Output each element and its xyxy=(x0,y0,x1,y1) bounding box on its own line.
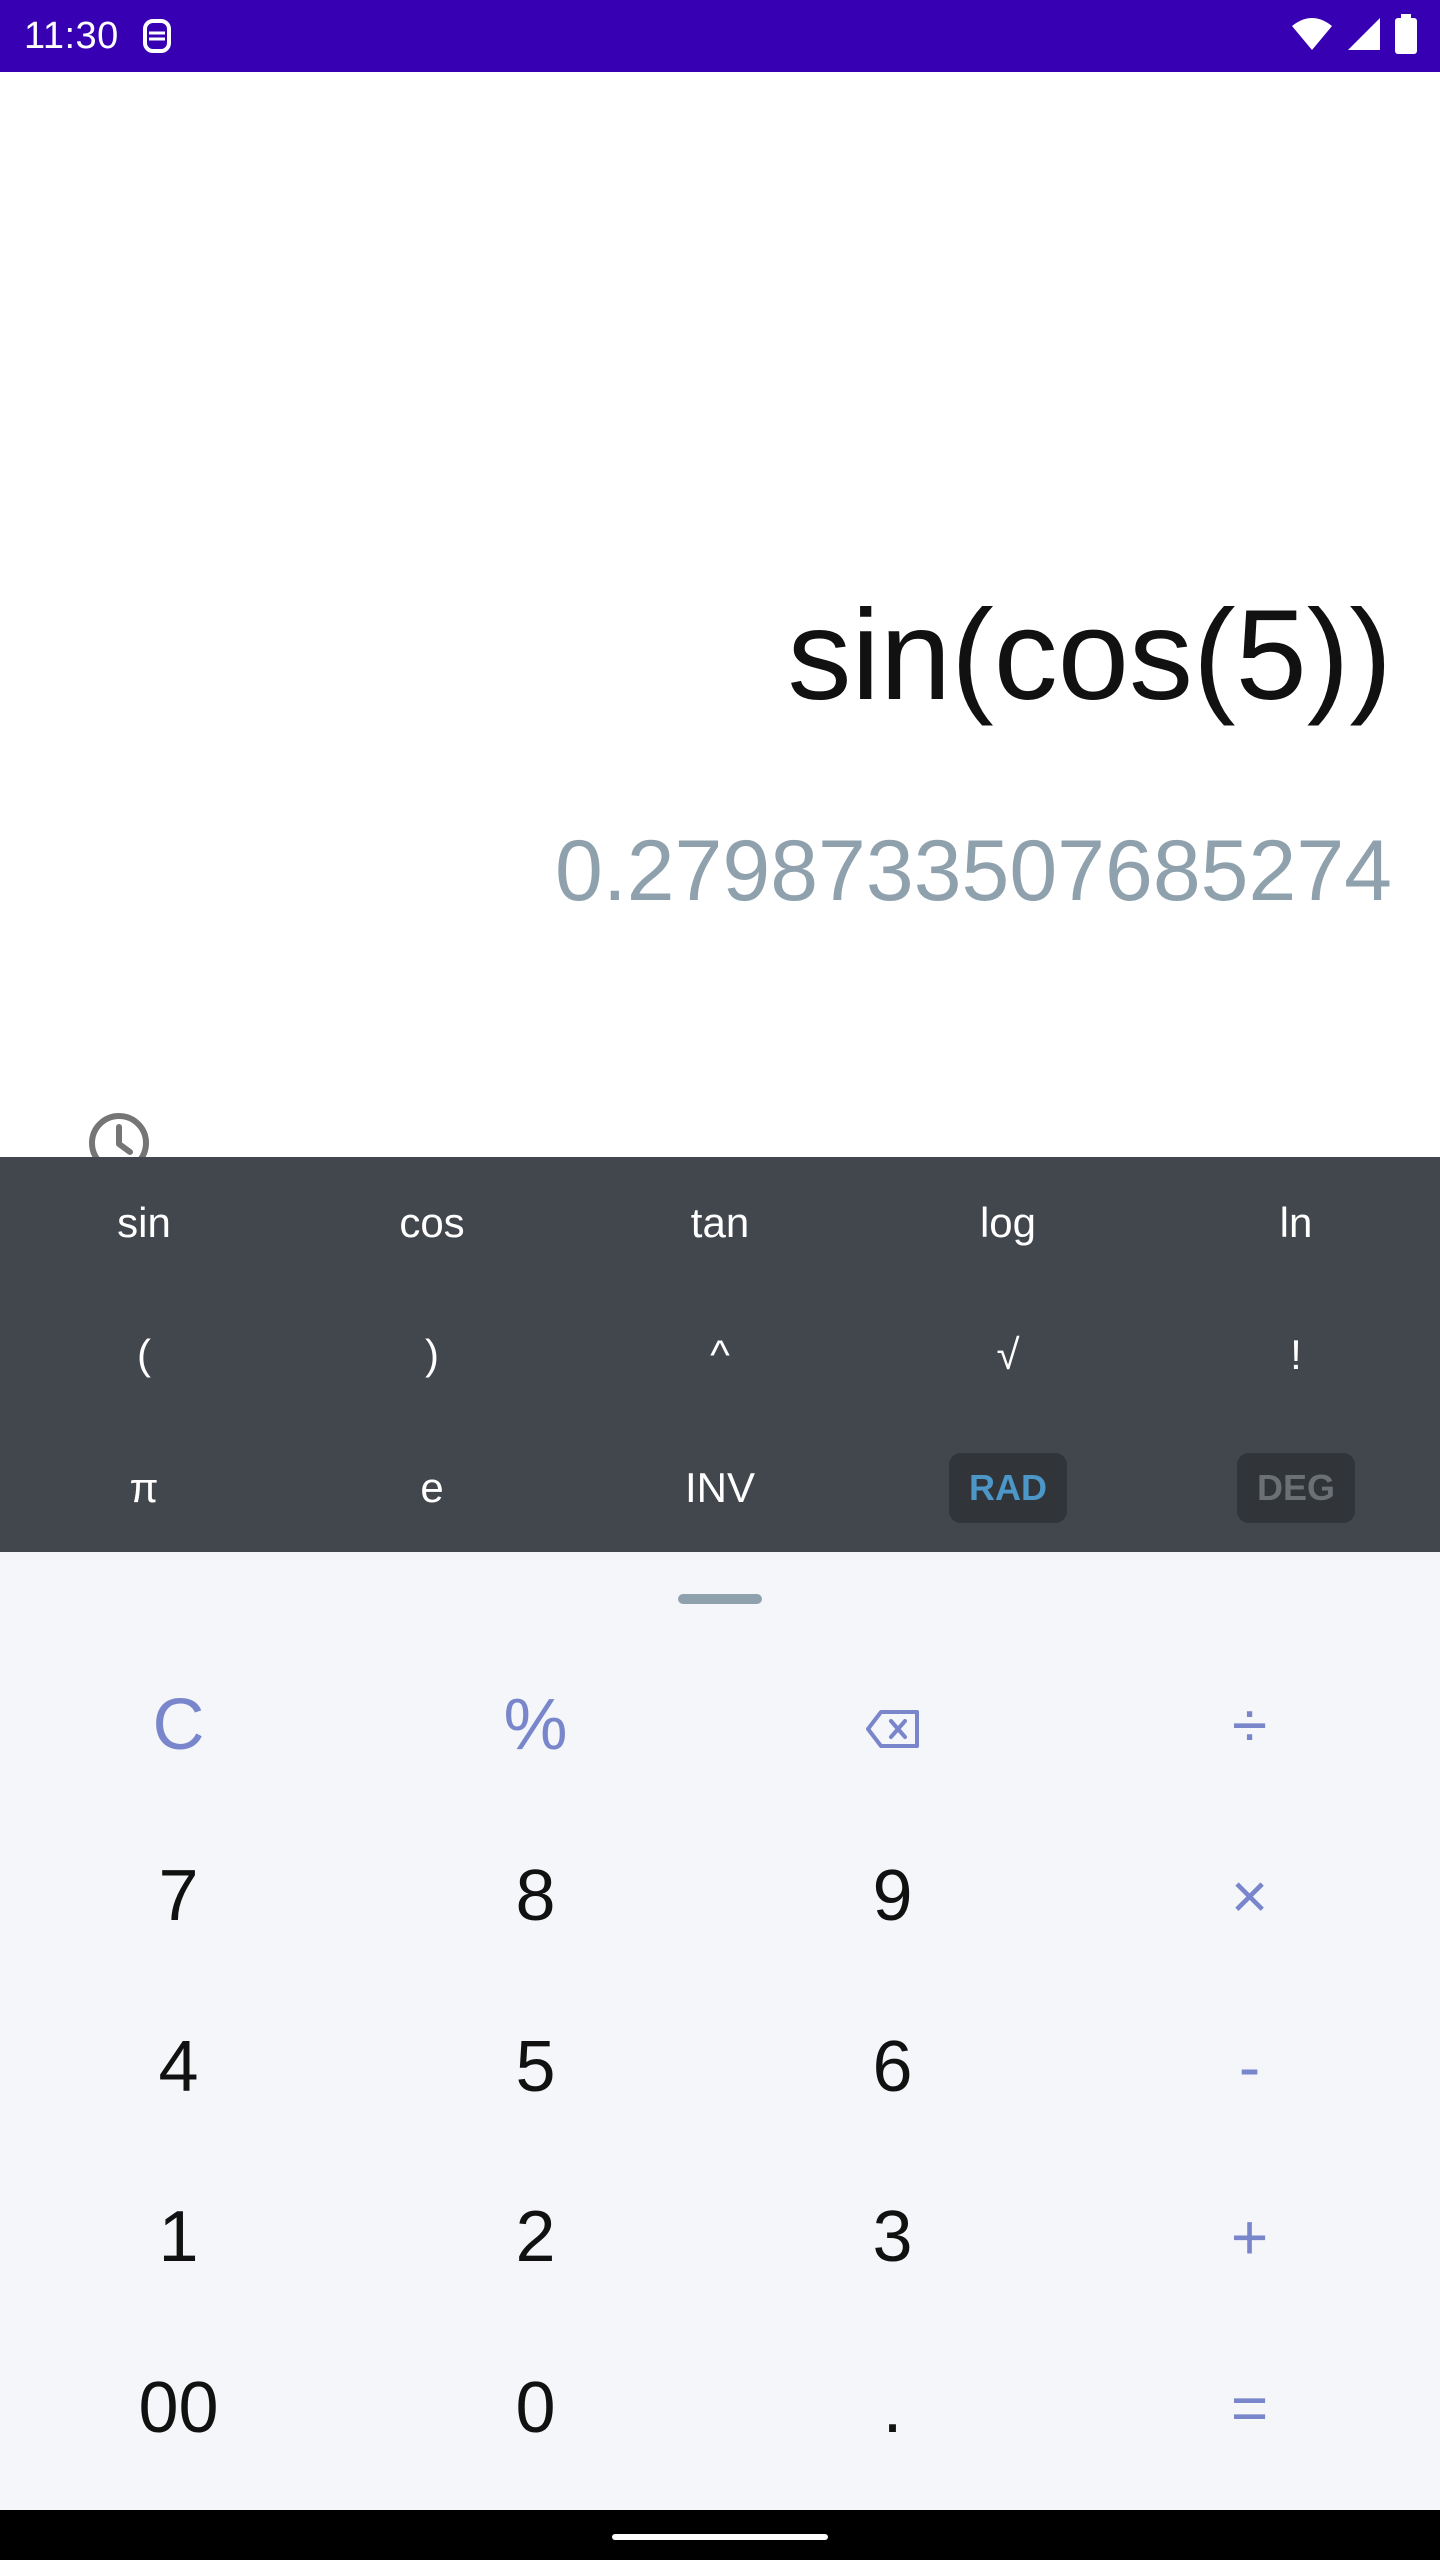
deg-toggle[interactable]: DEG xyxy=(1152,1433,1440,1543)
sqrt-button[interactable]: √ xyxy=(864,1300,1152,1410)
inv-button[interactable]: INV xyxy=(576,1433,864,1543)
e-button[interactable]: e xyxy=(288,1433,576,1543)
status-time: 11:30 xyxy=(24,14,119,57)
signal-icon xyxy=(1346,16,1382,57)
expression-field[interactable]: sin(cos(5)) xyxy=(788,582,1393,729)
scientific-row: ( ) ^ √ ! xyxy=(0,1300,1440,1410)
home-gesture-handle[interactable] xyxy=(612,2534,828,2540)
digit-9-button[interactable]: 9 xyxy=(714,1811,1071,1981)
log-button[interactable]: log xyxy=(864,1168,1152,1278)
percent-button[interactable]: % xyxy=(357,1640,714,1810)
status-icons xyxy=(1290,13,1418,59)
tan-button[interactable]: tan xyxy=(576,1168,864,1278)
digit-4-button[interactable]: 4 xyxy=(0,1982,357,2152)
keypad-row: 1 2 3 + xyxy=(0,2152,1440,2322)
minus-button[interactable]: - xyxy=(1071,1982,1428,2152)
calculator-display: sin(cos(5)) 0.2798733507685274 xyxy=(0,72,1440,1173)
divide-button[interactable]: ÷ xyxy=(1071,1640,1428,1810)
plus-button[interactable]: + xyxy=(1071,2152,1428,2322)
digit-7-button[interactable]: 7 xyxy=(0,1811,357,1981)
keypad: C % ÷ 7 8 9 × 4 5 6 - 1 2 3 + 00 0 . = xyxy=(0,1552,1440,2510)
keypad-row: C % ÷ xyxy=(0,1640,1440,1810)
double-zero-button[interactable]: 00 xyxy=(0,2323,357,2493)
drawer-handle[interactable] xyxy=(678,1594,762,1604)
scientific-row: π e INV RAD DEG xyxy=(0,1433,1440,1543)
keypad-row: 4 5 6 - xyxy=(0,1982,1440,2152)
pi-button[interactable]: π xyxy=(0,1433,288,1543)
status-bar: 11:30 xyxy=(0,0,1440,72)
backspace-icon xyxy=(865,1684,921,1766)
deg-label: DEG xyxy=(1237,1453,1355,1523)
clear-button[interactable]: C xyxy=(0,1640,357,1810)
open-paren-button[interactable]: ( xyxy=(0,1300,288,1410)
equals-button[interactable]: = xyxy=(1071,2323,1428,2493)
digit-1-button[interactable]: 1 xyxy=(0,2152,357,2322)
multiply-button[interactable]: × xyxy=(1071,1811,1428,1981)
ln-button[interactable]: ln xyxy=(1152,1168,1440,1278)
decimal-button[interactable]: . xyxy=(714,2323,1071,2493)
notification-icon xyxy=(141,16,177,56)
keypad-row: 7 8 9 × xyxy=(0,1811,1440,1981)
close-paren-button[interactable]: ) xyxy=(288,1300,576,1410)
factorial-button[interactable]: ! xyxy=(1152,1300,1440,1410)
rad-label: RAD xyxy=(949,1453,1067,1523)
scientific-panel: sin cos tan log ln ( ) ^ √ ! π e INV RAD… xyxy=(0,1157,1440,1552)
digit-2-button[interactable]: 2 xyxy=(357,2152,714,2322)
sin-button[interactable]: sin xyxy=(0,1168,288,1278)
digit-0-button[interactable]: 0 xyxy=(357,2323,714,2493)
digit-6-button[interactable]: 6 xyxy=(714,1982,1071,2152)
backspace-button[interactable] xyxy=(714,1640,1071,1810)
digit-5-button[interactable]: 5 xyxy=(357,1982,714,2152)
result-text: 0.2798733507685274 xyxy=(555,823,1392,919)
navigation-bar xyxy=(0,2510,1440,2560)
keypad-row: 00 0 . = xyxy=(0,2323,1440,2493)
rad-toggle[interactable]: RAD xyxy=(864,1433,1152,1543)
digit-8-button[interactable]: 8 xyxy=(357,1811,714,1981)
cos-button[interactable]: cos xyxy=(288,1168,576,1278)
scientific-row: sin cos tan log ln xyxy=(0,1168,1440,1278)
battery-icon xyxy=(1394,13,1418,59)
power-button[interactable]: ^ xyxy=(576,1300,864,1410)
digit-3-button[interactable]: 3 xyxy=(714,2152,1071,2322)
wifi-icon xyxy=(1290,16,1334,57)
